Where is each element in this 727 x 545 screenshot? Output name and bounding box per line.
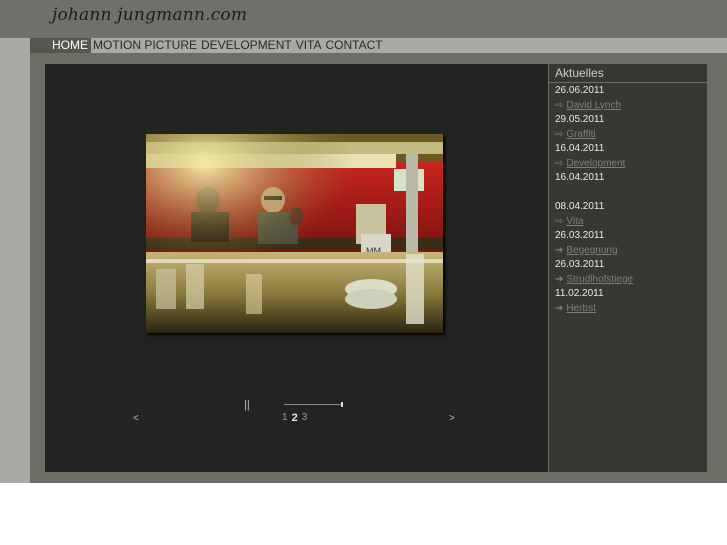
nav-vita[interactable]: VITA xyxy=(294,38,324,53)
arrow-icon: ⇨ xyxy=(555,157,564,169)
news-link[interactable]: ⇨ Vita xyxy=(555,215,705,230)
arrow-icon: ➔ xyxy=(555,273,564,285)
arrow-icon: ➔ xyxy=(555,302,564,314)
news-title: Aktuelles xyxy=(555,66,604,80)
news-panel: Aktuelles 26.06.2011 ⇨ David Lynch 29.05.… xyxy=(549,64,707,472)
news-list: 26.06.2011 ⇨ David Lynch 29.05.2011 ⇨ Graf… xyxy=(555,84,705,316)
news-link[interactable]: ➔ Strudlhofstiege xyxy=(555,273,705,288)
news-link[interactable]: ⇨ Graffiti xyxy=(555,128,705,143)
news-date: 29.05.2011 xyxy=(555,114,605,125)
arrow-icon: ➔ xyxy=(555,244,564,256)
news-link[interactable]: ⇨ David Lynch xyxy=(555,99,705,114)
page-link-2-current[interactable]: 2 xyxy=(292,412,298,424)
nav-contact[interactable]: CONTACT xyxy=(323,38,384,53)
news-link[interactable]: ➔ Herbst xyxy=(555,302,705,317)
news-link[interactable]: ⇨ Development xyxy=(555,157,705,172)
news-link[interactable]: ➔ Begegnung xyxy=(555,244,705,259)
site-logo[interactable]: johann jungmann.com xyxy=(52,5,247,25)
news-date: 11.02.2011 xyxy=(555,288,604,299)
progress-slider-handle[interactable] xyxy=(341,402,343,407)
arrow-icon: ⇨ xyxy=(555,128,564,140)
arrow-icon: ⇨ xyxy=(555,215,564,227)
news-divider xyxy=(549,82,707,83)
progress-slider[interactable] xyxy=(284,404,343,405)
news-date: 26.03.2011 xyxy=(555,259,605,270)
prev-arrow-button[interactable]: < xyxy=(133,413,139,424)
arrow-icon: ⇨ xyxy=(555,99,564,111)
main-nav: HOME MOTION PICTURE DEVELOPMENT VITA CON… xyxy=(30,38,385,53)
site-header: johann jungmann.com xyxy=(0,0,727,38)
nav-development[interactable]: DEVELOPMENT xyxy=(199,38,294,53)
news-date: 26.03.2011 xyxy=(555,230,605,241)
page-link-3[interactable]: 3 xyxy=(302,412,308,424)
page-selector: 1 2 3 xyxy=(282,412,307,424)
nav-motion-picture[interactable]: MOTION PICTURE xyxy=(91,38,199,53)
page-link-1[interactable]: 1 xyxy=(282,412,288,424)
pause-button[interactable]: || xyxy=(244,399,250,411)
news-date: 08.04.2011 xyxy=(555,201,605,212)
news-date: 16.04.2011 xyxy=(555,172,605,183)
slideshow-photo[interactable]: MM xyxy=(146,134,443,333)
news-date: 16.04.2011 xyxy=(555,143,605,154)
nav-home[interactable]: HOME xyxy=(49,38,91,53)
next-arrow-button[interactable]: > xyxy=(449,413,455,424)
news-link-empty xyxy=(555,186,705,201)
news-date: 26.06.2011 xyxy=(555,85,605,96)
left-strip xyxy=(0,53,30,483)
nav-left-block xyxy=(30,38,49,53)
